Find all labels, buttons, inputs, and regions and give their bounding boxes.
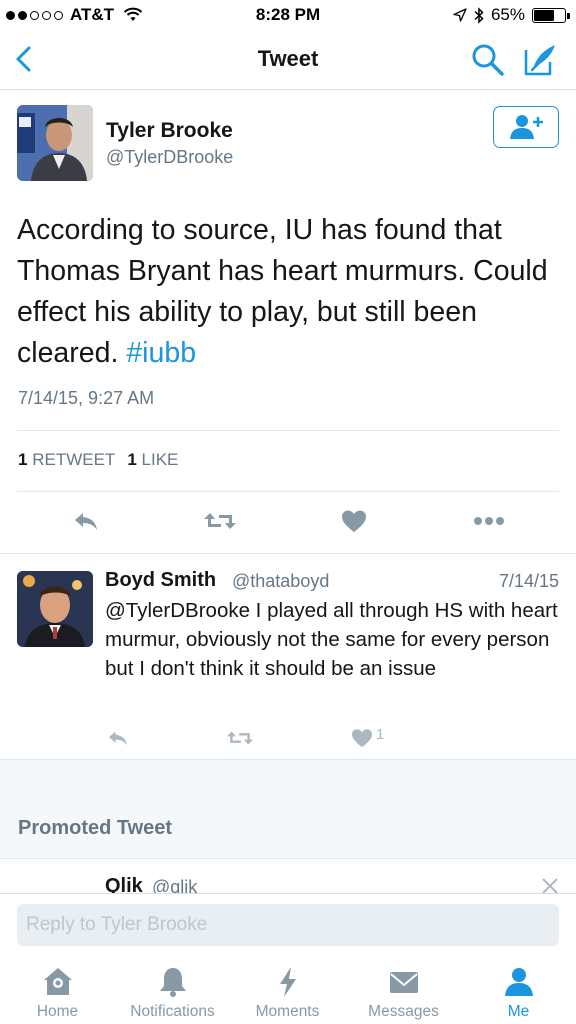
avatar[interactable] <box>17 571 93 647</box>
person-icon <box>504 968 533 996</box>
lightning-icon <box>279 967 296 997</box>
reply-date: 7/14/15 <box>498 571 559 591</box>
tweet-header: Tyler Brooke @TylerDBrooke <box>17 105 559 185</box>
retweet-icon <box>204 513 236 529</box>
retweet-icon <box>226 731 254 745</box>
retweet-count: 1 <box>18 450 28 469</box>
nav-bar: Tweet <box>0 30 576 90</box>
tab-me[interactable]: Me <box>461 965 576 1023</box>
divider <box>17 491 559 492</box>
promoted-label: Promoted Tweet <box>18 817 173 839</box>
retweet-stat[interactable]: 1 RETWEET <box>18 450 115 470</box>
promoted-tweet[interactable]: Qlik @qlik <box>0 858 576 898</box>
compose-icon[interactable] <box>522 42 558 78</box>
like-stat[interactable]: 1 LIKE <box>127 450 178 470</box>
tab-label: Moments <box>255 1003 320 1020</box>
reply-input[interactable] <box>17 904 559 946</box>
tab-label: Notifications <box>130 1003 215 1020</box>
divider <box>17 430 559 431</box>
follow-button[interactable] <box>493 106 559 148</box>
tab-moments[interactable]: Moments <box>230 965 345 1023</box>
location-arrow-icon <box>453 8 467 22</box>
battery-percent: 65% <box>490 5 525 24</box>
tab-home[interactable]: Home <box>0 965 115 1023</box>
retweet-button[interactable] <box>202 505 238 537</box>
search-icon[interactable] <box>470 42 506 78</box>
author-name[interactable]: Tyler Brooke <box>106 119 233 143</box>
like-count: 1 <box>127 450 137 469</box>
reply-composer <box>0 893 576 955</box>
home-icon <box>43 968 72 995</box>
more-button[interactable] <box>471 505 507 537</box>
reply-author-name[interactable]: Boyd Smith <box>105 569 216 592</box>
tab-notifications[interactable]: Notifications <box>115 965 230 1023</box>
bluetooth-icon <box>474 6 484 24</box>
heart-icon <box>352 729 372 748</box>
promoted-section <box>0 759 576 859</box>
tweet-actions <box>0 505 576 541</box>
reply-author-handle[interactable]: @thataboyd <box>232 571 329 592</box>
reply-like-count: 1 <box>376 726 385 743</box>
tab-bar: Home Notifications Moments Messages Me <box>0 955 576 1024</box>
bell-icon <box>159 968 186 997</box>
author-handle[interactable]: @TylerDBrooke <box>106 147 233 168</box>
reply-tweet[interactable]: Boyd Smith @thataboyd 7/14/15 @TylerDBro… <box>0 553 576 759</box>
reply-icon <box>75 513 97 530</box>
reply-reply-button[interactable] <box>100 722 136 754</box>
tweet-text: According to source, IU has found that T… <box>17 210 562 374</box>
tab-messages[interactable]: Messages <box>346 965 461 1023</box>
reply-button[interactable] <box>68 505 104 537</box>
battery-fill <box>534 9 554 21</box>
avatar-image <box>17 571 93 647</box>
tab-label: Me <box>507 1003 530 1020</box>
reply-actions: 1 <box>0 722 576 752</box>
hashtag-link[interactable]: #iubb <box>126 337 196 369</box>
status-right: 65% <box>453 5 570 25</box>
battery-icon <box>532 7 570 23</box>
reply-retweet-button[interactable] <box>222 722 258 754</box>
avatar-image <box>17 105 93 181</box>
tweet-stats: 1 RETWEET 1 LIKE <box>18 450 178 470</box>
like-label: LIKE <box>141 450 179 469</box>
reply-text: @TylerDBrooke I played all through HS wi… <box>105 599 558 680</box>
tweet-timestamp: 7/14/15, 9:27 AM <box>18 388 155 408</box>
add-user-icon <box>510 115 543 139</box>
avatar[interactable] <box>17 105 93 181</box>
tweet-body: According to source, IU has found that T… <box>17 214 548 369</box>
retweet-label: RETWEET <box>32 450 116 469</box>
like-button[interactable] <box>336 505 372 537</box>
tab-label: Messages <box>368 1003 439 1020</box>
heart-icon <box>342 510 366 532</box>
status-bar: AT&T 8:28 PM 65% <box>0 0 576 30</box>
reply-icon <box>109 731 127 746</box>
more-icon <box>474 517 504 525</box>
tab-label: Home <box>36 1003 79 1020</box>
reply-like-button[interactable] <box>344 722 380 754</box>
envelope-icon <box>389 972 418 993</box>
